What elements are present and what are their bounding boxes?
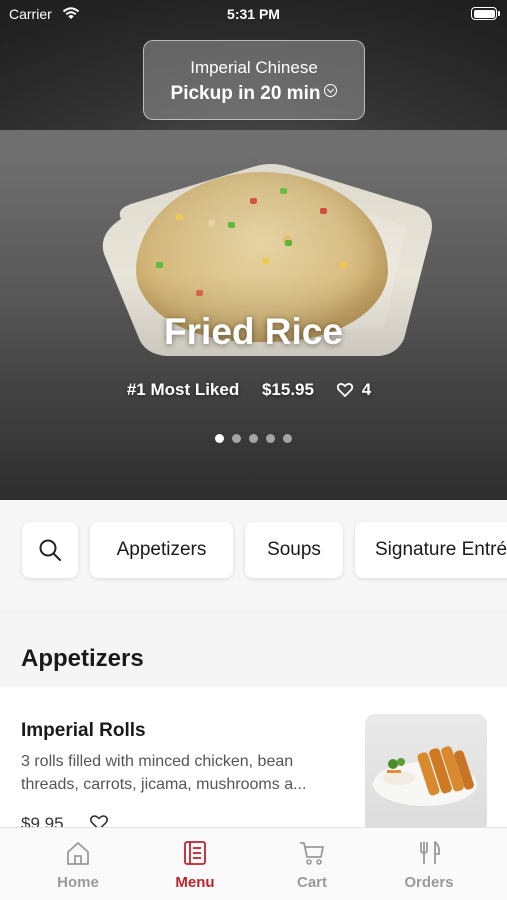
menu-item[interactable]: Imperial Rolls 3 rolls filled with mince… <box>0 687 507 827</box>
featured-title: Fried Rice <box>164 311 343 352</box>
clock: 5:31 PM <box>227 6 280 22</box>
pager-dot[interactable] <box>283 434 292 443</box>
featured-price: $15.95 <box>261 380 314 399</box>
tab-menu[interactable]: Menu <box>132 828 258 900</box>
tab-label: Cart <box>296 874 327 891</box>
tab-bar: Home Menu Cart Orders <box>0 827 507 900</box>
featured-hero[interactable]: Carrier 5:31 PM Imperial Chinese Pickup … <box>0 0 507 500</box>
store-selector[interactable]: Imperial Chinese Pickup in 20 min <box>143 40 365 120</box>
status-bar: Carrier 5:31 PM <box>0 0 507 28</box>
category-chip-appetizers[interactable]: Appetizers <box>90 522 233 578</box>
search-button[interactable] <box>22 522 78 578</box>
heart-icon[interactable] <box>90 815 108 827</box>
carousel-pager[interactable] <box>0 430 507 448</box>
item-image <box>365 714 487 827</box>
pager-dot[interactable] <box>232 434 241 443</box>
search-icon <box>39 539 61 561</box>
category-bar: Appetizers Soups Signature Entrées <box>0 500 507 610</box>
section-title: Appetizers <box>21 645 144 672</box>
tab-cart[interactable]: Cart <box>249 828 375 900</box>
tab-label: Orders <box>404 874 454 891</box>
tab-label: Menu <box>175 874 215 891</box>
featured-meta: #1 Most Liked $15.95 4 <box>0 380 507 400</box>
pickup-time: Pickup in 20 min <box>144 83 364 105</box>
pager-dot[interactable] <box>266 434 275 443</box>
item-description: 3 rolls filled with minced chicken, bean… <box>21 753 307 793</box>
menu-book-icon <box>184 841 206 865</box>
heart-icon <box>336 383 353 397</box>
pager-dot[interactable] <box>249 434 258 443</box>
category-chip-soups[interactable]: Soups <box>245 522 343 578</box>
item-price: $9.95 <box>21 814 64 827</box>
cart-icon <box>300 842 324 865</box>
chevron-down-icon <box>324 84 338 97</box>
battery-icon <box>471 7 500 20</box>
tab-home[interactable]: Home <box>15 828 141 900</box>
featured-badge: #1 Most Liked <box>126 380 240 399</box>
item-title: Imperial Rolls <box>21 720 146 741</box>
store-name: Imperial Chinese <box>190 58 318 77</box>
featured-likes: 4 <box>336 380 380 399</box>
pager-dot[interactable] <box>215 434 224 443</box>
fork-knife-icon <box>420 841 441 864</box>
category-chip-signature-entrees[interactable]: Signature Entrées <box>355 522 507 578</box>
tab-orders[interactable]: Orders <box>366 828 492 900</box>
tab-label: Home <box>57 874 99 891</box>
home-icon <box>67 842 89 865</box>
